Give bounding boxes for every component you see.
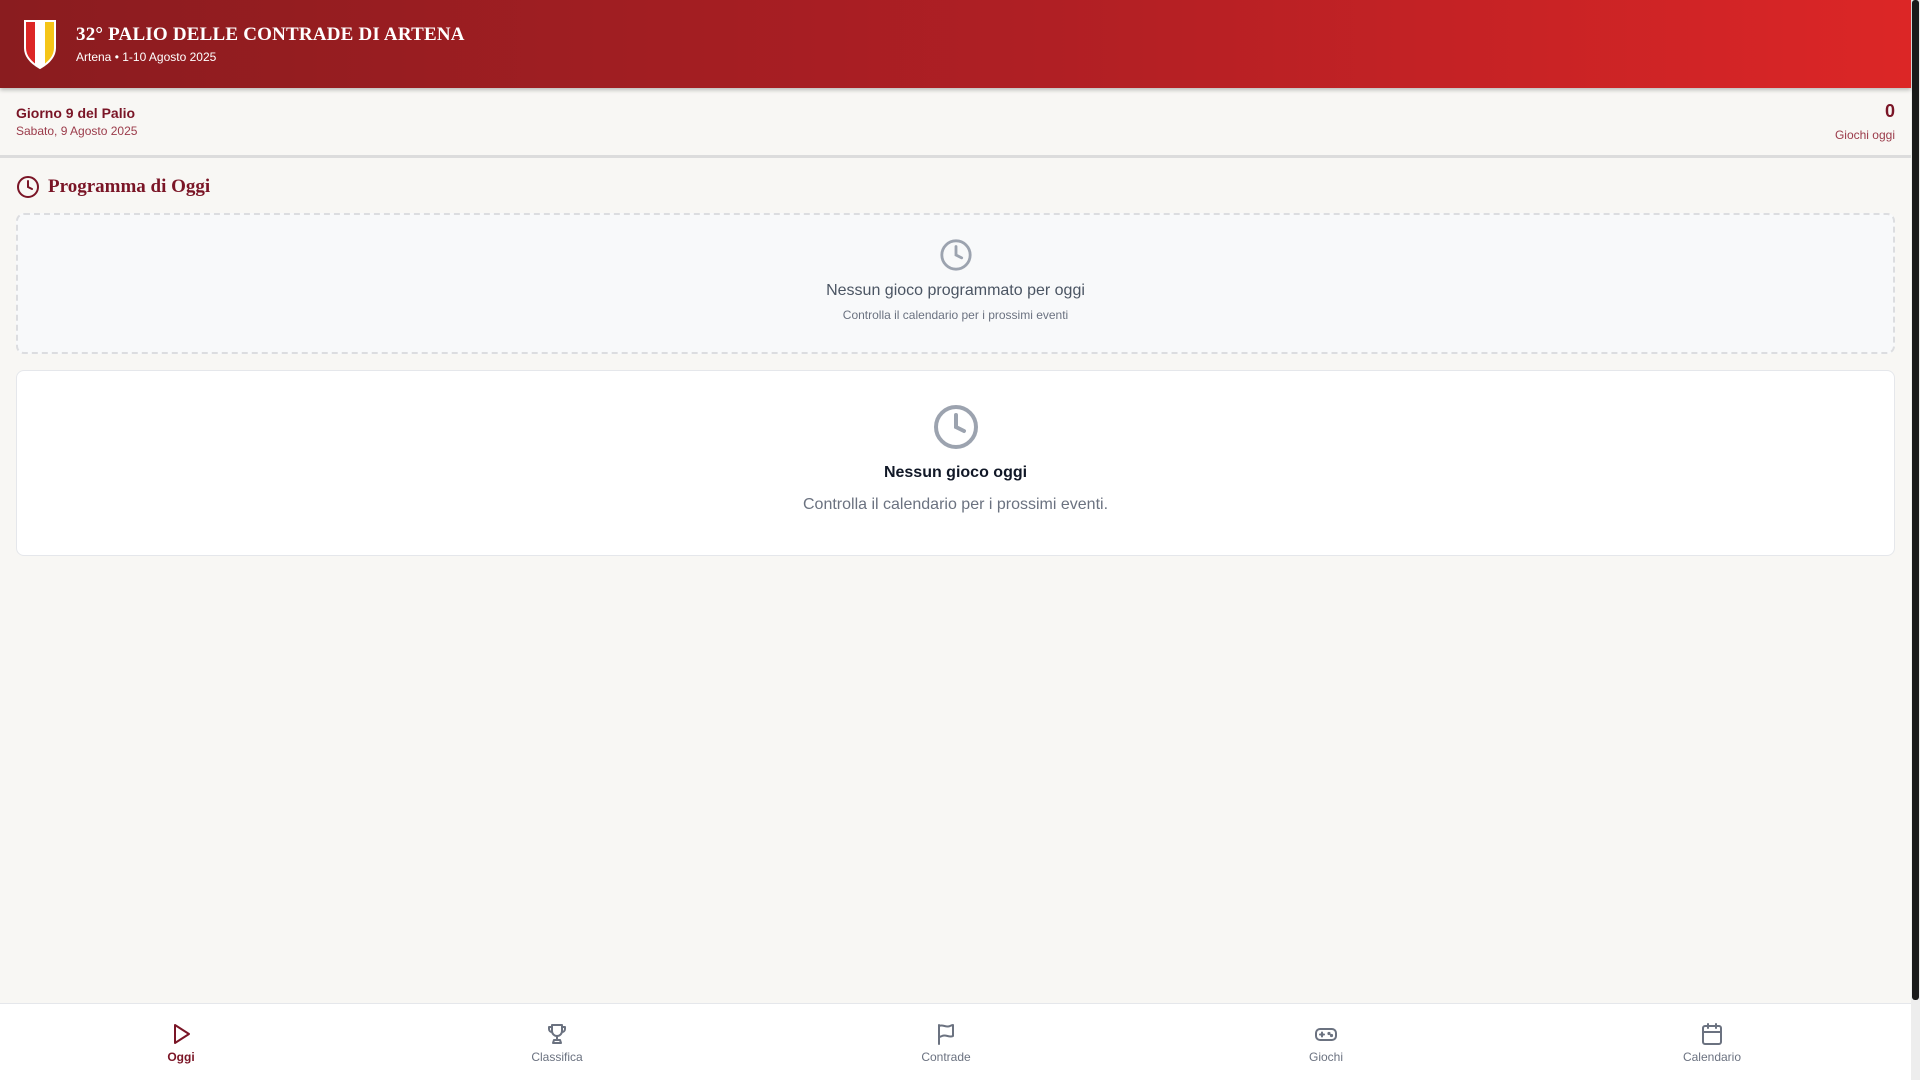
scrollbar-thumb[interactable] [1912, 0, 1919, 1000]
section-header: Programma di Oggi [0, 158, 1911, 201]
app-title: 32° PALIO DELLE CONTRADE DI ARTENA [76, 24, 465, 45]
gamepad-icon [1315, 1028, 1337, 1041]
day-title: Giorno 9 del Palio [16, 105, 136, 121]
nav-label: Oggi [167, 1050, 195, 1064]
empty-schedule-message: Nessun gioco programmato per oggi [826, 282, 1085, 299]
trophy-icon [548, 1024, 566, 1044]
nav-item-contrade[interactable]: Contrade [886, 1022, 1006, 1064]
empty-today-message: Nessun gioco oggi [883, 464, 1028, 481]
clock-icon [939, 239, 972, 271]
nav-label: Calendario [1682, 1050, 1742, 1064]
app-page: 32° PALIO DELLE CONTRADE DI ARTENA Arten… [0, 0, 1911, 1080]
clock-icon [933, 405, 978, 449]
empty-schedule-hint: Controlla il calendario per i prossimi e… [842, 308, 1069, 322]
games-count-label: Giochi oggi [1834, 128, 1895, 142]
page-scrollbar[interactable] [1911, 0, 1920, 1080]
app-header: 32° PALIO DELLE CONTRADE DI ARTENA Arten… [0, 0, 1911, 88]
bottom-navigation: Oggi Classifica Contrade Giochi Calendar… [0, 1003, 1911, 1080]
nav-item-classifica[interactable]: Classifica [497, 1022, 617, 1064]
clock-icon [17, 176, 39, 198]
play-icon [174, 1024, 190, 1044]
empty-today-hint: Controlla il calendario per i prossimi e… [802, 496, 1109, 513]
day-date: Sabato, 9 Agosto 2025 [16, 124, 138, 138]
app-subtitle: Artena • 1-10 Agosto 2025 [76, 50, 217, 64]
nav-item-calendario[interactable]: Calendario [1652, 1022, 1772, 1064]
nav-label: Classifica [531, 1050, 583, 1064]
nav-item-giochi[interactable]: Giochi [1266, 1022, 1386, 1064]
flag-icon [938, 1024, 954, 1045]
calendar-icon [1702, 1023, 1722, 1045]
games-today-counter: 0 Giochi oggi [1835, 101, 1895, 142]
shield-crest-icon [24, 20, 56, 70]
nav-item-oggi[interactable]: Oggi [121, 1022, 241, 1064]
header-text: 32° PALIO DELLE CONTRADE DI ARTENA Arten… [76, 24, 465, 64]
day-info-bar: Giorno 9 del Palio Sabato, 9 Agosto 2025… [0, 88, 1911, 158]
section-title: Programma di Oggi [48, 176, 211, 197]
nav-label: Contrade [921, 1050, 971, 1064]
nav-label: Giochi [1308, 1050, 1343, 1064]
empty-today-card: Nessun gioco oggi Controlla il calendari… [16, 370, 1895, 556]
day-info: Giorno 9 del Palio Sabato, 9 Agosto 2025 [16, 105, 137, 138]
games-count: 0 [1884, 101, 1895, 121]
empty-schedule-card: Nessun gioco programmato per oggi Contro… [16, 213, 1895, 354]
